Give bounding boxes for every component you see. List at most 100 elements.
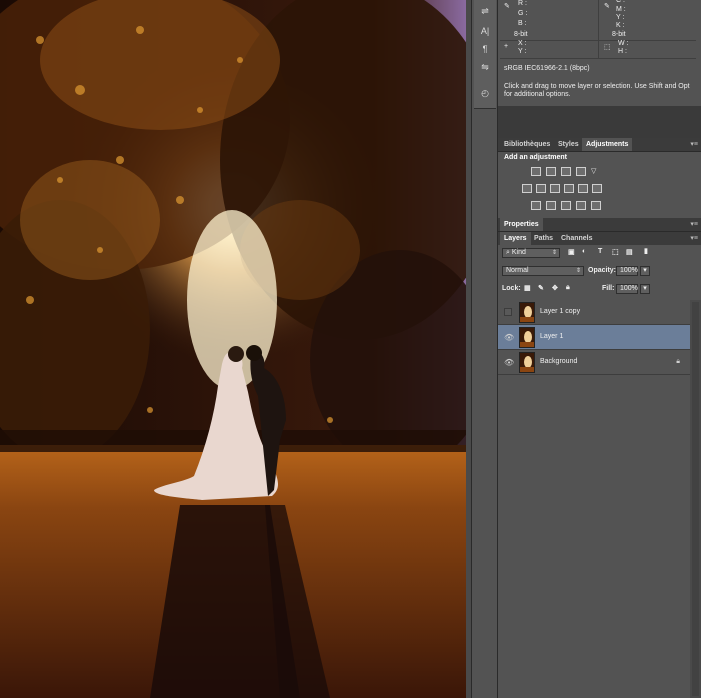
eyedropper-cmyk-icon: ✎ (604, 3, 610, 10)
eye-icon[interactable]: 👁︎ (504, 333, 514, 342)
layers-scrollbar[interactable] (690, 300, 701, 698)
tab-channels[interactable]: Channels (557, 232, 597, 245)
layers-tab-bar: Layers Paths Channels ▾≡ (498, 232, 701, 246)
character-tool-icon[interactable]: ⇌ (476, 4, 494, 18)
gradient-map-icon[interactable] (591, 201, 601, 210)
eye-icon[interactable]: 👁︎ (504, 358, 514, 367)
tab-adjustments[interactable]: Adjustments (582, 138, 633, 151)
tab-libraries[interactable]: Bibliothèques (500, 138, 554, 151)
color-lookup-icon[interactable] (592, 184, 602, 193)
adjustments-panel: Add an adjustment ▽ (498, 152, 701, 217)
crosshair-icon: + (504, 43, 509, 50)
info-m-label: M : (616, 6, 626, 13)
selection-size-icon: ⬚ (604, 44, 611, 51)
info-r-label: R : (518, 0, 527, 7)
visibility-toggle-off[interactable] (504, 308, 512, 316)
photo-filter-icon[interactable] (564, 184, 574, 193)
character-panel-icon[interactable]: A| (476, 24, 494, 38)
fill-input[interactable]: 100% (616, 284, 638, 294)
filter-shape-icon[interactable]: ⬚ (612, 248, 619, 256)
info-bitdepth-right: 8-bit (612, 31, 626, 38)
panel-menu-icon[interactable]: ▾≡ (690, 140, 698, 148)
info-b-label: B : (518, 20, 527, 27)
opacity-label: Opacity: (588, 267, 617, 274)
info-g-label: G : (518, 10, 528, 17)
layer-filter-value: Kind (511, 249, 526, 256)
color-profile-text: sRGB IEC61966-2.1 (8bpc) (504, 65, 590, 72)
opacity-input[interactable]: 100% (616, 266, 638, 276)
brightness-contrast-icon[interactable] (531, 167, 541, 176)
document-canvas[interactable] (0, 0, 466, 698)
info-bitdepth-left: 8-bit (514, 31, 528, 38)
channel-mixer-icon[interactable] (578, 184, 588, 193)
info-sep-1 (500, 40, 696, 41)
adjustments-tab-bar: Bibliothèques Styles Adjustments ▾≡ (498, 138, 701, 152)
fill-dropdown-icon[interactable]: ▾ (640, 284, 650, 294)
color-balance-icon[interactable] (536, 184, 546, 193)
tool-hint-text: Click and drag to move layer or selectio… (504, 83, 690, 98)
filter-toggle-icon[interactable]: ▮ (644, 247, 648, 255)
levels-icon[interactable] (546, 167, 556, 176)
invert-icon[interactable] (531, 201, 541, 210)
paragraph-panel-icon[interactable]: ¶ (476, 42, 494, 56)
layer-row[interactable]: Layer 1 copy (498, 300, 690, 325)
panel-gap (498, 106, 701, 138)
scrollbar-thumb[interactable] (692, 302, 699, 696)
properties-menu-icon[interactable]: ▾≡ (690, 220, 698, 228)
info-c-label: C : (616, 0, 625, 4)
lock-all-icon[interactable]: 🔒︎ (566, 284, 570, 292)
blend-chevron-icon: ⇕ (575, 268, 581, 274)
lock-transparent-icon[interactable]: ▦ (524, 284, 531, 292)
tab-layers[interactable]: Layers (500, 232, 531, 245)
eyedropper-icon: ✎ (504, 3, 510, 10)
vibrance-icon[interactable]: ▽ (591, 167, 601, 176)
exposure-icon[interactable] (576, 167, 586, 176)
layer-name: Background (540, 358, 578, 365)
adjustments-title: Add an adjustment (504, 154, 568, 161)
fill-label: Fill: (602, 285, 615, 292)
blend-mode-select[interactable]: Normal ⇕ (502, 266, 584, 276)
layers-menu-icon[interactable]: ▾≡ (690, 234, 698, 242)
info-w-label: W : (618, 40, 629, 47)
clone-source-icon[interactable]: ⇋ (476, 60, 494, 74)
info-sep-2 (500, 58, 696, 59)
layer-row[interactable]: 👁︎ Background 🔒︎ (498, 350, 690, 375)
info-k-label: K : (616, 22, 625, 29)
layer-filter-select[interactable]: ⌕ Kind ⇕ (502, 248, 560, 258)
threshold-icon[interactable] (561, 201, 571, 210)
layer-name: Layer 1 copy (540, 308, 581, 315)
chevron-down-icon: ⇕ (551, 250, 557, 256)
info-divider (598, 0, 599, 58)
filter-adjustment-icon[interactable]: ◐ (582, 248, 586, 255)
opacity-dropdown-icon[interactable]: ▾ (640, 266, 650, 276)
info-x-label: X : (518, 40, 527, 47)
right-panels: ✎ R : G : B : 8-bit ✎ C : M : Y : K : 8-… (498, 0, 701, 698)
posterize-icon[interactable] (546, 201, 556, 210)
lock-label: Lock: (502, 285, 521, 292)
lock-image-icon[interactable]: ✎ (538, 284, 544, 292)
info-y-label: Y : (616, 14, 625, 21)
filter-type-icon[interactable]: T (598, 248, 602, 255)
hue-saturation-icon[interactable] (522, 184, 532, 193)
panel-dock-strip: ⇌ A| ¶ ⇋ ◴ (471, 0, 498, 698)
lock-position-icon[interactable]: ✥ (552, 284, 558, 292)
filter-smart-object-icon[interactable]: ▤ (626, 248, 633, 256)
lock-icon: 🔒︎ (676, 358, 680, 365)
layer-thumbnail (519, 302, 535, 323)
selective-color-icon[interactable] (576, 201, 586, 210)
info-panel: ✎ R : G : B : 8-bit ✎ C : M : Y : K : 8-… (498, 0, 701, 106)
layers-panel: ⌕ Kind ⇕ ▣ ◐ T ⬚ ▤ ▮ Normal ⇕ Opacity: 1… (498, 245, 701, 698)
properties-tab-bar: Properties ▾≡ (498, 218, 701, 232)
black-white-icon[interactable] (550, 184, 560, 193)
tab-styles[interactable]: Styles (554, 138, 583, 151)
filter-pixel-icon[interactable]: ▣ (568, 248, 575, 256)
curves-icon[interactable] (561, 167, 571, 176)
layer-row-selected[interactable]: 👁︎ Layer 1 (498, 325, 690, 350)
tab-properties[interactable]: Properties (500, 218, 543, 231)
info-y-coord-label: Y : (518, 48, 527, 55)
layer-name: Layer 1 (540, 333, 564, 340)
info-h-label: H : (618, 48, 627, 55)
tab-paths[interactable]: Paths (530, 232, 557, 245)
blend-mode-value: Normal (506, 267, 529, 274)
history-icon[interactable]: ◴ (476, 86, 494, 100)
